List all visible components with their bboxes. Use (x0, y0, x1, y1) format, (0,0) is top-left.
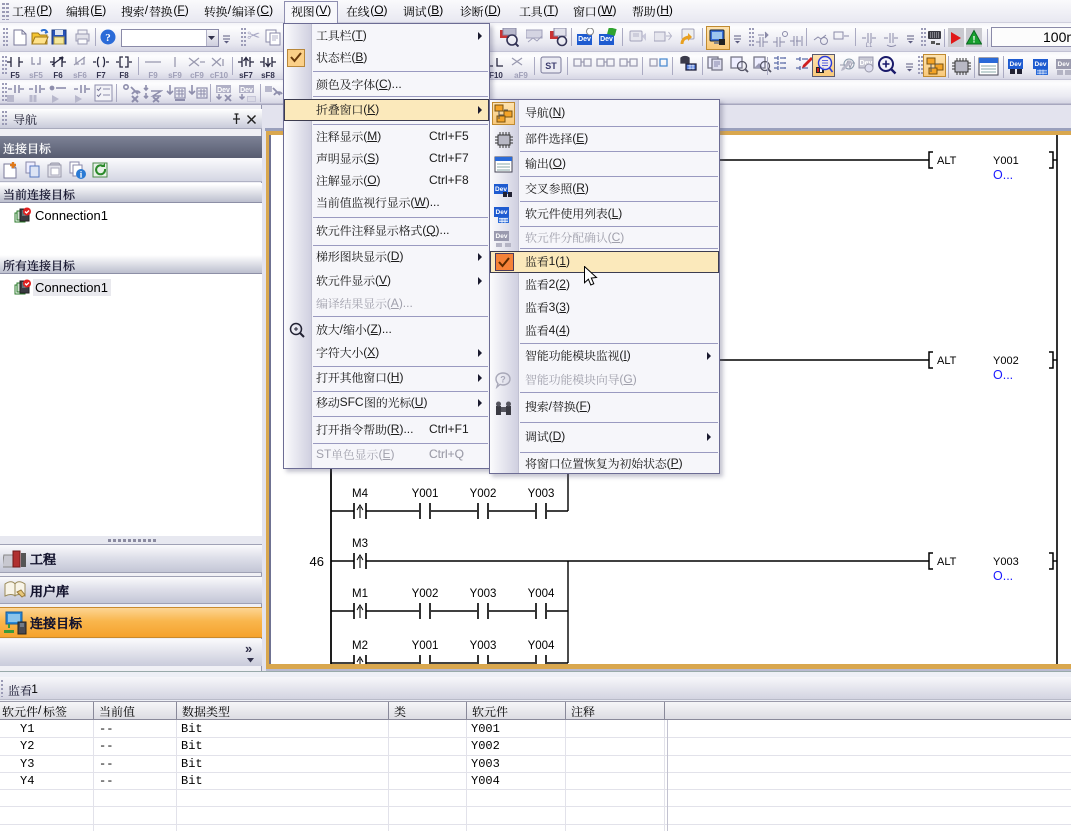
svg-text:F9: F9 (148, 71, 158, 79)
svg-text:M2: M2 (352, 640, 368, 652)
svg-text:Dev: Dev (495, 186, 507, 193)
svg-text:!: ! (973, 35, 976, 45)
svg-text:Y002: Y002 (470, 488, 497, 500)
svg-text:Y004: Y004 (528, 640, 555, 652)
svg-text:Dev: Dev (496, 233, 508, 240)
svg-text:Y002: Y002 (993, 355, 1019, 367)
svg-text:Dev: Dev (496, 209, 508, 216)
svg-text:F6: F6 (53, 71, 63, 79)
svg-text:46: 46 (310, 554, 324, 569)
svg-text:M3: M3 (352, 538, 368, 550)
svg-text:Y003: Y003 (470, 588, 497, 600)
svg-text:Y001: Y001 (993, 155, 1019, 167)
svg-text:F7: F7 (96, 71, 106, 79)
svg-text:?: ? (105, 32, 111, 44)
svg-text:sF6: sF6 (73, 71, 87, 79)
svg-text:cF10: cF10 (210, 71, 229, 79)
svg-text:Dev: Dev (1058, 61, 1070, 68)
svg-text:cF9: cF9 (190, 71, 204, 79)
svg-text:Y002: Y002 (412, 588, 439, 600)
svg-text:sF8: sF8 (261, 71, 275, 79)
svg-text:Y003: Y003 (993, 556, 1019, 568)
svg-text:O...: O... (993, 569, 1013, 583)
svg-text:Y004: Y004 (528, 588, 555, 600)
svg-text:M4: M4 (352, 488, 369, 500)
svg-text:ALT: ALT (937, 155, 957, 167)
svg-text:F10: F10 (489, 71, 503, 79)
svg-text:Dev: Dev (578, 36, 591, 43)
svg-text:sF7: sF7 (239, 71, 253, 79)
svg-text:F8: F8 (119, 71, 129, 79)
svg-text:Dev: Dev (1010, 61, 1022, 68)
svg-text:ALT: ALT (937, 556, 957, 568)
svg-text:Dev: Dev (1035, 61, 1047, 68)
svg-text:Dev: Dev (600, 36, 613, 43)
svg-text:ST: ST (545, 61, 557, 71)
svg-text:Y001: Y001 (412, 488, 439, 500)
svg-text:sF9: sF9 (168, 71, 182, 79)
svg-text:sF5: sF5 (29, 71, 43, 79)
svg-text:Y003: Y003 (528, 488, 555, 500)
svg-text:M1: M1 (352, 588, 368, 600)
svg-text:Y003: Y003 (470, 640, 497, 652)
svg-text:O...: O... (993, 368, 1013, 382)
svg-text:Dev: Dev (217, 87, 230, 94)
svg-text:ALT: ALT (937, 355, 957, 367)
svg-text:L1: L1 (866, 43, 873, 49)
svg-text:aF9: aF9 (514, 71, 528, 79)
svg-text:F5: F5 (10, 71, 20, 79)
svg-text:?: ? (500, 375, 506, 385)
svg-text:O...: O... (993, 168, 1013, 182)
svg-text:Y001: Y001 (412, 640, 439, 652)
svg-text:Dev: Dev (240, 87, 253, 94)
